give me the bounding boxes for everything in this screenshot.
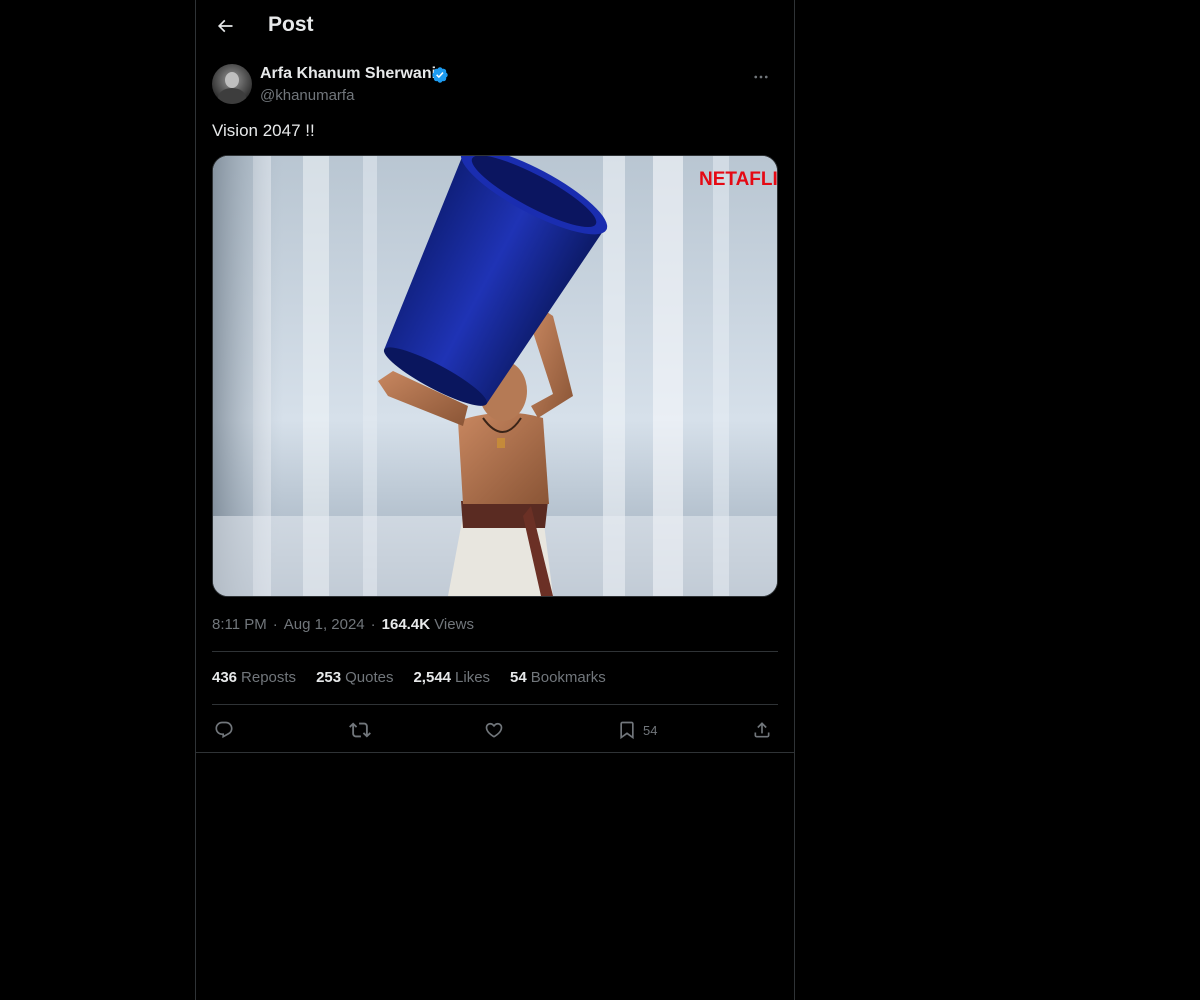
post-bottom-divider xyxy=(196,752,794,753)
author-display-name[interactable]: Arfa Khanum Sherwani xyxy=(260,65,436,83)
views-count: 164.4K xyxy=(381,616,431,633)
post-image[interactable]: NETAFLIX xyxy=(212,155,778,597)
stat-reposts[interactable]: 436 Reposts xyxy=(212,669,296,686)
stat-value: 54 xyxy=(510,669,527,686)
stat-bookmarks[interactable]: 54 Bookmarks xyxy=(510,669,606,686)
avatar[interactable] xyxy=(212,64,252,104)
more-icon xyxy=(754,75,768,79)
share-icon xyxy=(754,722,770,738)
stat-quotes[interactable]: 253 Quotes xyxy=(316,669,393,686)
post-time[interactable]: 8:11 PM xyxy=(212,616,267,633)
post-header: Arfa Khanum Sherwani @khanumarfa xyxy=(212,60,778,108)
stat-label: Bookmarks xyxy=(530,669,606,686)
stat-value: 253 xyxy=(316,669,342,686)
like-button[interactable] xyxy=(484,715,504,745)
verified-badge-icon[interactable] xyxy=(431,66,449,89)
share-button[interactable] xyxy=(752,715,772,745)
stat-label: Quotes xyxy=(345,669,394,686)
divider xyxy=(212,704,778,705)
back-button[interactable] xyxy=(208,9,242,43)
bookmark-icon xyxy=(620,721,634,740)
stat-likes[interactable]: 2,544 Likes xyxy=(413,669,490,686)
bookmark-button[interactable]: 54 xyxy=(617,715,657,745)
top-bar: Post xyxy=(196,0,794,53)
page-title: Post xyxy=(268,13,314,36)
netflix-watermark: NETAFLIX xyxy=(699,169,777,190)
bookmark-count: 54 xyxy=(643,722,658,738)
reply-button[interactable] xyxy=(214,715,234,745)
reply-icon xyxy=(215,721,233,739)
post-text: Vision 2047 !! xyxy=(212,121,315,140)
action-bar: 54 xyxy=(212,715,778,745)
post-stats: 436 Reposts 253 Quotes 2,544 Likes 54 Bookma… xyxy=(212,669,606,686)
divider xyxy=(212,651,778,652)
more-options-button[interactable] xyxy=(744,62,778,92)
main-column: Post Arfa Khanum Sherwani @khanumarfa Vi… xyxy=(195,0,795,1000)
stat-label: Likes xyxy=(455,669,491,686)
post-meta: 8:11 PM · Aug 1, 2024 · 164.4K Views xyxy=(212,616,474,633)
author-handle[interactable]: @khanumarfa xyxy=(260,87,354,104)
like-icon xyxy=(485,722,503,738)
repost-button[interactable] xyxy=(349,715,371,745)
views-label: Views xyxy=(434,616,474,633)
stat-value: 2,544 xyxy=(413,669,452,686)
post-date[interactable]: Aug 1, 2024 xyxy=(284,616,365,633)
stat-label: Reposts xyxy=(241,669,297,686)
repost-icon xyxy=(349,722,371,738)
post: Arfa Khanum Sherwani @khanumarfa Vision … xyxy=(212,60,778,740)
arrow-left-icon xyxy=(217,19,233,33)
stat-value: 436 xyxy=(212,669,238,686)
